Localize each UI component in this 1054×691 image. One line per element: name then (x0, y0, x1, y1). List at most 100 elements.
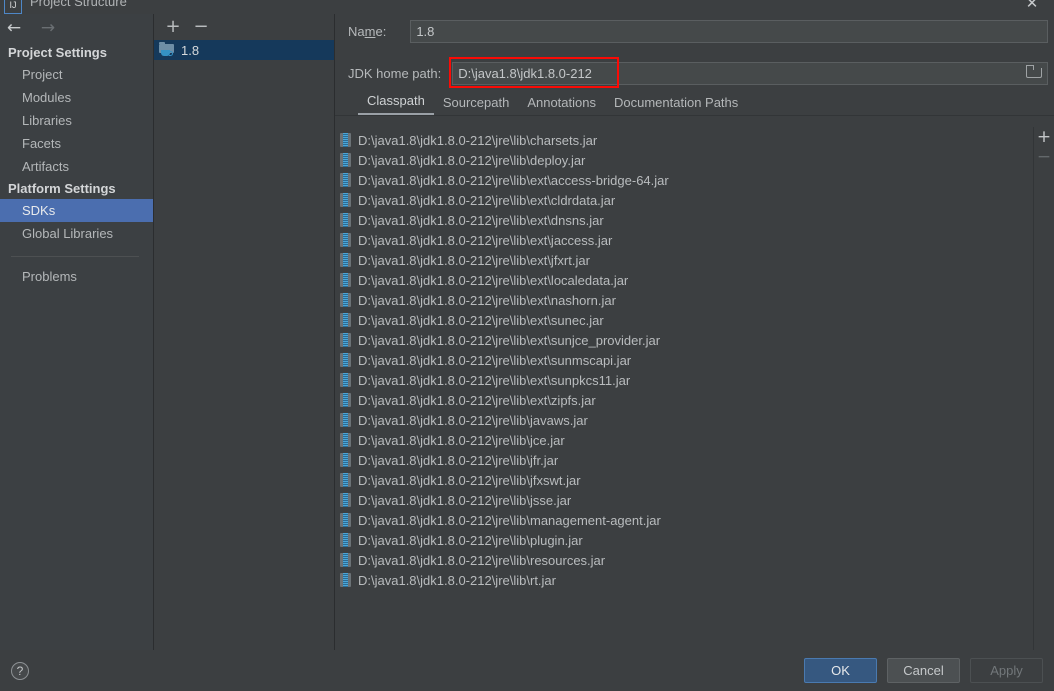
classpath-row[interactable]: D:\java1.8\jdk1.8.0-212\jre\lib\ext\nash… (335, 290, 1033, 310)
jar-archive-icon (340, 373, 351, 387)
jar-archive-icon (340, 253, 351, 267)
classpath-row[interactable]: D:\java1.8\jdk1.8.0-212\jre\lib\jsse.jar (335, 490, 1033, 510)
window-title: Project Structure (30, 0, 127, 9)
classpath-row[interactable]: D:\java1.8\jdk1.8.0-212\jre\lib\jfr.jar (335, 450, 1033, 470)
sidebar-item-artifacts[interactable]: Artifacts (0, 155, 153, 178)
classpath-row-label: D:\java1.8\jdk1.8.0-212\jre\lib\javaws.j… (358, 412, 588, 428)
classpath-row[interactable]: D:\java1.8\jdk1.8.0-212\jre\lib\ext\sunp… (335, 370, 1033, 390)
tab-documentation-paths[interactable]: Documentation Paths (605, 95, 747, 115)
sdk-list-pane: + − 1.8 (154, 14, 335, 650)
classpath-row-label: D:\java1.8\jdk1.8.0-212\jre\lib\ext\nash… (358, 292, 616, 308)
sidebar-item-facets[interactable]: Facets (0, 132, 153, 155)
sidebar-item-sdks[interactable]: SDKs (0, 199, 153, 222)
classpath-row-label: D:\java1.8\jdk1.8.0-212\jre\lib\deploy.j… (358, 152, 586, 168)
classpath-row[interactable]: D:\java1.8\jdk1.8.0-212\jre\lib\jce.jar (335, 430, 1033, 450)
classpath-row-label: D:\java1.8\jdk1.8.0-212\jre\lib\charsets… (358, 132, 598, 148)
classpath-row[interactable]: D:\java1.8\jdk1.8.0-212\jre\lib\ext\jacc… (335, 230, 1033, 250)
sidebar-item-modules[interactable]: Modules (0, 86, 153, 109)
classpath-row[interactable]: D:\java1.8\jdk1.8.0-212\jre\lib\jfxswt.j… (335, 470, 1033, 490)
classpath-row-label: D:\java1.8\jdk1.8.0-212\jre\lib\ext\cldr… (358, 192, 616, 208)
remove-sdk-button[interactable]: − (193, 18, 209, 36)
classpath-area: D:\java1.8\jdk1.8.0-212\jre\lib\charsets… (335, 127, 1054, 650)
classpath-row-label: D:\java1.8\jdk1.8.0-212\jre\lib\ext\zipf… (358, 392, 596, 408)
classpath-row-label: D:\java1.8\jdk1.8.0-212\jre\lib\ext\loca… (358, 272, 629, 288)
jar-archive-icon (340, 413, 351, 427)
sidebar-item-libraries[interactable]: Libraries (0, 109, 153, 132)
classpath-list[interactable]: D:\java1.8\jdk1.8.0-212\jre\lib\charsets… (335, 127, 1033, 650)
jar-archive-icon (340, 493, 351, 507)
classpath-row-label: D:\java1.8\jdk1.8.0-212\jre\lib\manageme… (358, 512, 661, 528)
jdk-home-path-label: JDK home path: (348, 65, 442, 81)
jar-archive-icon (340, 193, 351, 207)
classpath-row[interactable]: D:\java1.8\jdk1.8.0-212\jre\lib\ext\sune… (335, 310, 1033, 330)
jar-archive-icon (340, 213, 351, 227)
jar-archive-icon (340, 533, 351, 547)
classpath-row-label: D:\java1.8\jdk1.8.0-212\jre\lib\ext\dnsn… (358, 212, 604, 228)
jdk-home-path-input[interactable] (452, 61, 1048, 85)
forward-arrow-icon[interactable]: → (38, 19, 58, 37)
sidebar-item-problems[interactable]: Problems (0, 265, 153, 288)
jar-archive-icon (340, 433, 351, 447)
jar-archive-icon (340, 233, 351, 247)
remove-classpath-button[interactable]: − (1036, 149, 1052, 166)
add-sdk-button[interactable]: + (165, 18, 181, 36)
close-icon[interactable]: ✕ (1024, 0, 1040, 11)
sidebar-item-project[interactable]: Project (0, 63, 153, 86)
classpath-row[interactable]: D:\java1.8\jdk1.8.0-212\jre\lib\ext\cldr… (335, 190, 1033, 210)
java-sdk-folder-icon (159, 42, 175, 57)
jar-archive-icon (340, 173, 351, 187)
classpath-row-label: D:\java1.8\jdk1.8.0-212\jre\lib\resource… (358, 552, 606, 568)
jdk-home-path-row: JDK home path: (335, 56, 1054, 90)
classpath-rail: + − (1033, 127, 1054, 650)
classpath-row[interactable]: D:\java1.8\jdk1.8.0-212\jre\lib\rt.jar (335, 570, 1033, 590)
title-bar: IJ Project Structure ✕ (0, 0, 1054, 14)
classpath-row-label: D:\java1.8\jdk1.8.0-212\jre\lib\rt.jar (358, 572, 556, 588)
tab-classpath[interactable]: Classpath (358, 93, 434, 115)
cancel-button[interactable]: Cancel (887, 658, 960, 683)
classpath-row-label: D:\java1.8\jdk1.8.0-212\jre\lib\plugin.j… (358, 532, 583, 548)
sidebar-item-global-libraries[interactable]: Global Libraries (0, 222, 153, 245)
back-arrow-icon[interactable]: ← (4, 19, 24, 37)
jar-archive-icon (340, 133, 351, 147)
jar-archive-icon (340, 333, 351, 347)
jar-archive-icon (340, 453, 351, 467)
classpath-row-label: D:\java1.8\jdk1.8.0-212\jre\lib\ext\sunp… (358, 372, 631, 388)
classpath-row-label: D:\java1.8\jdk1.8.0-212\jre\lib\ext\acce… (358, 172, 669, 188)
sdk-list-item-label: 1.8 (181, 42, 200, 58)
footer-button-group: OK Cancel Apply (804, 658, 1043, 683)
jar-archive-icon (340, 393, 351, 407)
classpath-row[interactable]: D:\java1.8\jdk1.8.0-212\jre\lib\ext\sunm… (335, 350, 1033, 370)
classpath-row[interactable]: D:\java1.8\jdk1.8.0-212\jre\lib\ext\acce… (335, 170, 1033, 190)
classpath-row[interactable]: D:\java1.8\jdk1.8.0-212\jre\lib\ext\zipf… (335, 390, 1033, 410)
classpath-row[interactable]: D:\java1.8\jdk1.8.0-212\jre\lib\deploy.j… (335, 150, 1033, 170)
sidebar-group-platform-settings: Platform Settings SDKs Global Libraries (0, 178, 153, 245)
classpath-row[interactable]: D:\java1.8\jdk1.8.0-212\jre\lib\ext\jfxr… (335, 250, 1033, 270)
sdk-list-item-1-8[interactable]: 1.8 (154, 40, 334, 60)
dialog-footer: ? OK Cancel Apply (0, 650, 1054, 691)
classpath-row[interactable]: D:\java1.8\jdk1.8.0-212\jre\lib\ext\sunj… (335, 330, 1033, 350)
classpath-row-label: D:\java1.8\jdk1.8.0-212\jre\lib\jce.jar (358, 432, 565, 448)
help-button[interactable]: ? (11, 661, 29, 680)
classpath-row[interactable]: D:\java1.8\jdk1.8.0-212\jre\lib\resource… (335, 550, 1033, 570)
classpath-row[interactable]: D:\java1.8\jdk1.8.0-212\jre\lib\manageme… (335, 510, 1033, 530)
sdk-list-toolbar: + − (154, 14, 334, 40)
classpath-row-label: D:\java1.8\jdk1.8.0-212\jre\lib\jsse.jar (358, 492, 572, 508)
group-title-project-settings: Project Settings (8, 45, 107, 60)
tab-sourcepath[interactable]: Sourcepath (434, 95, 519, 115)
apply-button[interactable]: Apply (970, 658, 1043, 683)
intellij-idea-icon: IJ (4, 0, 22, 14)
classpath-row[interactable]: D:\java1.8\jdk1.8.0-212\jre\lib\plugin.j… (335, 530, 1033, 550)
jar-archive-icon (340, 153, 351, 167)
classpath-row[interactable]: D:\java1.8\jdk1.8.0-212\jre\lib\javaws.j… (335, 410, 1033, 430)
classpath-row[interactable]: D:\java1.8\jdk1.8.0-212\jre\lib\ext\dnsn… (335, 210, 1033, 230)
classpath-row[interactable]: D:\java1.8\jdk1.8.0-212\jre\lib\charsets… (335, 130, 1033, 150)
ok-button[interactable]: OK (804, 658, 877, 683)
jar-archive-icon (340, 573, 351, 587)
add-classpath-button[interactable]: + (1036, 129, 1052, 146)
classpath-row-label: D:\java1.8\jdk1.8.0-212\jre\lib\ext\sunj… (358, 332, 661, 348)
folder-browse-icon[interactable] (1026, 64, 1042, 79)
sdk-name-input[interactable] (410, 19, 1048, 43)
tab-annotations[interactable]: Annotations (518, 95, 605, 115)
classpath-row[interactable]: D:\java1.8\jdk1.8.0-212\jre\lib\ext\loca… (335, 270, 1033, 290)
jar-archive-icon (340, 553, 351, 567)
